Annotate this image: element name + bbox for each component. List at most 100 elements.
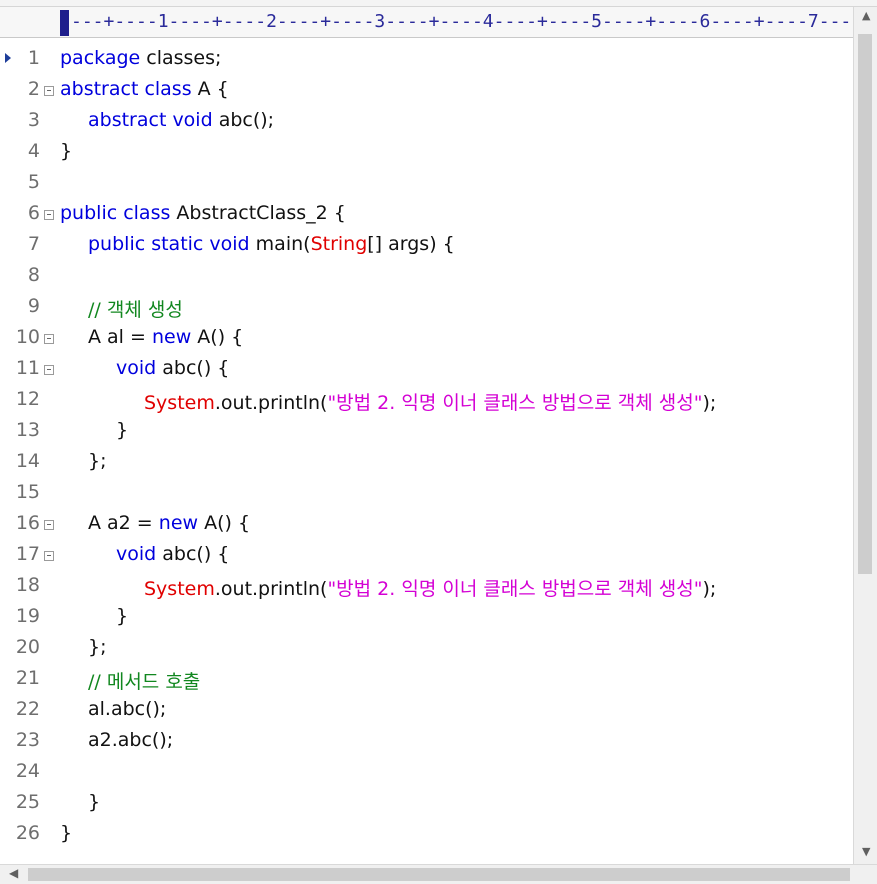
ruler-cursor-marker: [60, 10, 69, 36]
plain-token: );: [702, 392, 717, 414]
line-number: 24: [15, 760, 40, 782]
code-line[interactable]: 25}: [0, 786, 853, 817]
code-text[interactable]: A a2 = new A() {: [88, 512, 250, 534]
code-line[interactable]: 17 void abc() {: [0, 538, 853, 569]
code-line[interactable]: 22 al.abc();: [0, 693, 853, 724]
code-text[interactable]: };: [88, 450, 107, 472]
code-text[interactable]: };: [88, 636, 107, 658]
code-line[interactable]: 10 A al = new A() {: [0, 321, 853, 352]
code-line[interactable]: 18 System.out.println("방법 2. 익명 이너 클래스 방법…: [0, 569, 853, 600]
line-number: 16: [15, 512, 40, 534]
code-text[interactable]: public class AbstractClass_2 {: [60, 202, 346, 224]
plain-token: a2.abc();: [88, 729, 174, 751]
plain-token: abc() {: [156, 543, 230, 565]
line-number: 7: [27, 233, 40, 255]
fold-minus-icon[interactable]: [44, 86, 54, 96]
code-line[interactable]: 9 // 객체 생성: [0, 290, 853, 321]
code-text[interactable]: a2.abc();: [88, 729, 173, 751]
code-line[interactable]: 14};: [0, 445, 853, 476]
string-token: "방법 2. 익명 이너 클래스 방법으로 객체 생성": [327, 392, 703, 414]
code-line[interactable]: 13}: [0, 414, 853, 445]
code-line[interactable]: 26}: [0, 817, 853, 848]
code-text[interactable]: abstract class A {: [60, 78, 229, 100]
keyword-token: abstract void: [88, 109, 213, 131]
code-line[interactable]: 11 void abc() {: [0, 352, 853, 383]
code-line[interactable]: 7 public static void main(String[] args) …: [0, 228, 853, 259]
code-line[interactable]: 24: [0, 755, 853, 786]
line-number: 15: [15, 481, 40, 503]
vertical-scrollbar[interactable]: ▲ ▼: [853, 7, 877, 864]
scroll-up-arrow-icon[interactable]: ▲: [862, 9, 870, 22]
code-text[interactable]: A al = new A() {: [88, 326, 243, 348]
plain-token: A a2 =: [88, 512, 159, 534]
code-line[interactable]: 3 abstract void abc();: [0, 104, 853, 135]
scroll-left-arrow-icon[interactable]: ◀: [9, 866, 18, 880]
code-line[interactable]: 16 A a2 = new A() {: [0, 507, 853, 538]
line-number: 19: [15, 605, 40, 627]
code-line[interactable]: 19}: [0, 600, 853, 631]
code-line[interactable]: 4}: [0, 135, 853, 166]
keyword-token: public static void: [88, 233, 250, 255]
column-ruler: ---+----1----+----2----+----3----+----4-…: [0, 7, 853, 38]
code-text[interactable]: }: [88, 791, 100, 813]
code-text[interactable]: package classes;: [60, 47, 221, 69]
code-line[interactable]: 12 System.out.println("방법 2. 익명 이너 클래스 방법…: [0, 383, 853, 414]
code-text[interactable]: }: [60, 822, 72, 844]
code-line[interactable]: 1 package classes;: [0, 42, 853, 73]
line-number: 20: [15, 636, 40, 658]
plain-token: }: [116, 419, 129, 441]
code-line[interactable]: 23 a2.abc();: [0, 724, 853, 755]
code-line[interactable]: 8: [0, 259, 853, 290]
code-text[interactable]: System.out.println("방법 2. 익명 이너 클래스 방법으로…: [144, 388, 716, 415]
fold-minus-icon[interactable]: [44, 334, 54, 344]
code-line[interactable]: 20};: [0, 631, 853, 662]
fold-minus-icon[interactable]: [44, 210, 54, 220]
plain-token: abc();: [212, 109, 275, 131]
code-line[interactable]: 6 public class AbstractClass_2 {: [0, 197, 853, 228]
code-text[interactable]: void abc() {: [116, 357, 229, 379]
vertical-scroll-thumb[interactable]: [858, 34, 872, 574]
code-line[interactable]: 2 abstract class A {: [0, 73, 853, 104]
class-token: String: [310, 233, 368, 255]
fold-minus-icon[interactable]: [44, 520, 54, 530]
code-line[interactable]: 5: [0, 166, 853, 197]
fold-minus-icon[interactable]: [44, 365, 54, 375]
line-number: 17: [15, 543, 40, 565]
keyword-token: new: [158, 512, 199, 534]
plain-token: A {: [191, 78, 229, 100]
plain-token: classes;: [140, 47, 222, 69]
code-text[interactable]: System.out.println("방법 2. 익명 이너 클래스 방법으로…: [144, 574, 716, 601]
fold-minus-icon[interactable]: [44, 551, 54, 561]
keyword-token: void: [116, 543, 157, 565]
ruler-scale: ---+----1----+----2----+----3----+----4-…: [71, 11, 852, 32]
horizontal-scrollbar[interactable]: ◀: [0, 864, 877, 884]
scroll-down-arrow-icon[interactable]: ▼: [862, 845, 870, 858]
window-top-edge: [0, 0, 877, 7]
code-line[interactable]: 21 // 메서드 호출: [0, 662, 853, 693]
comment-token: // 객체 생성: [88, 299, 183, 321]
class-token: System: [144, 392, 215, 414]
code-text[interactable]: // 메서드 호출: [88, 667, 200, 694]
code-text[interactable]: public static void main(String[] args) {: [88, 233, 455, 255]
horizontal-scroll-thumb[interactable]: [28, 868, 850, 881]
code-text[interactable]: }: [116, 605, 128, 627]
plain-token: main(: [249, 233, 311, 255]
line-number: 5: [27, 171, 40, 193]
plain-token: };: [88, 636, 107, 658]
line-number: 22: [15, 698, 40, 720]
code-text[interactable]: }: [60, 140, 72, 162]
code-text[interactable]: }: [116, 419, 128, 441]
code-text[interactable]: abstract void abc();: [88, 109, 274, 131]
line-number: 13: [15, 419, 40, 441]
line-number: 21: [15, 667, 40, 689]
code-text[interactable]: void abc() {: [116, 543, 229, 565]
code-text[interactable]: // 객체 생성: [88, 295, 183, 322]
code-line[interactable]: 15: [0, 476, 853, 507]
code-text[interactable]: al.abc();: [88, 698, 166, 720]
plain-token: }: [60, 140, 73, 162]
plain-token: );: [702, 578, 717, 600]
code-editor[interactable]: 1 package classes; 2 abstract class A { 3 abs…: [0, 38, 853, 864]
line-number: 2: [27, 78, 40, 100]
line-number: 6: [27, 202, 40, 224]
string-token: "방법 2. 익명 이너 클래스 방법으로 객체 생성": [327, 578, 703, 600]
